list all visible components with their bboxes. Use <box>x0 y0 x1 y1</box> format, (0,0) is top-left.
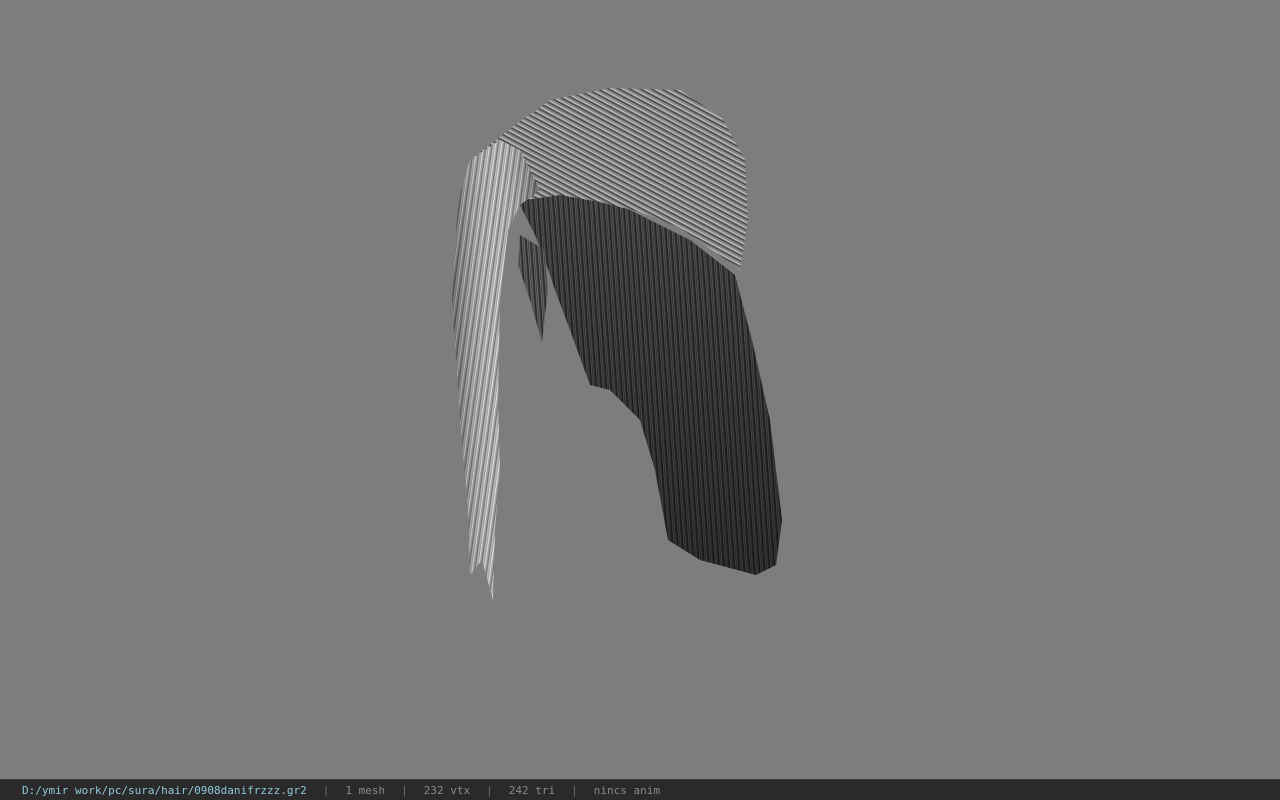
status-separator: | <box>571 783 578 797</box>
file-path-label: D:/ymir work/pc/sura/hair/0908danifrzzz.… <box>22 783 307 797</box>
status-separator: | <box>322 783 330 797</box>
status-separator: | <box>486 783 493 797</box>
triangle-count-label: 242 tri <box>508 783 556 797</box>
status-separator: | <box>401 783 408 797</box>
vertex-count-label: 232 vtx <box>423 783 471 797</box>
mesh-count-label: 1 mesh <box>345 783 386 797</box>
hair-inner-strand <box>518 235 548 342</box>
hair-model[interactable] <box>0 0 1280 779</box>
3d-viewport[interactable] <box>0 0 1280 779</box>
animation-status-label: nincs anim <box>593 783 660 797</box>
status-bar: D:/ymir work/pc/sura/hair/0908danifrzzz.… <box>0 779 1280 800</box>
